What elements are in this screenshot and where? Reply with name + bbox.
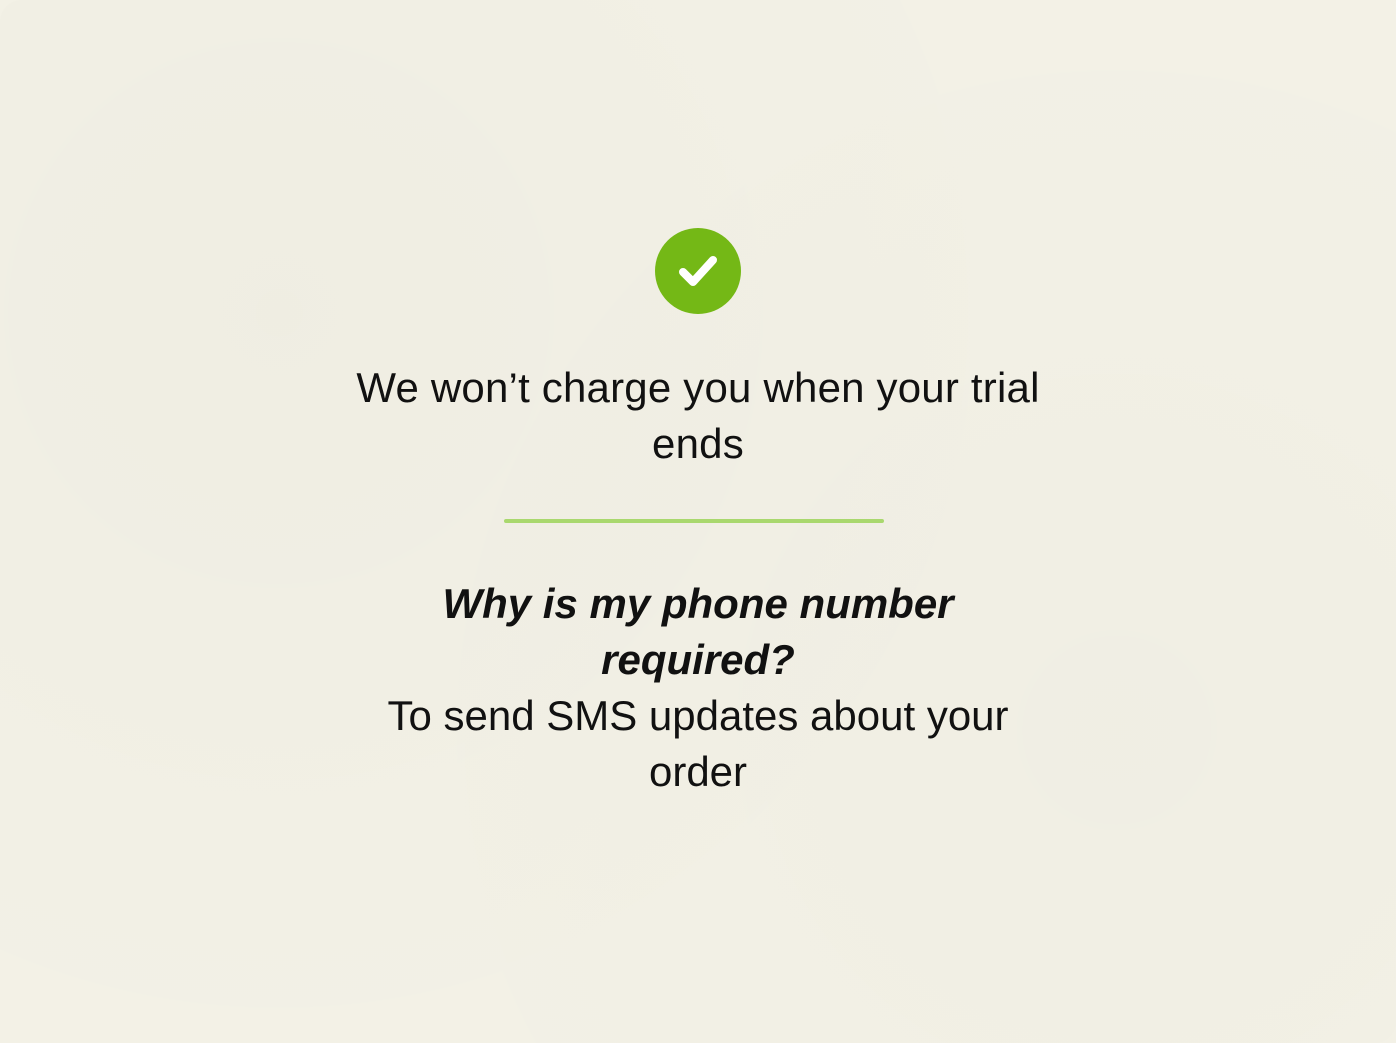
check-circle-icon xyxy=(655,228,741,314)
phone-number-faq: Why is my phone number required? To send… xyxy=(348,576,1048,800)
checkmark-icon xyxy=(679,256,717,286)
faq-answer: To send SMS updates about your order xyxy=(387,692,1009,795)
trial-charge-headline: We won’t charge you when your trial ends xyxy=(356,364,1040,467)
trial-info-panel: We won’t charge you when your trial ends… xyxy=(0,0,1396,1043)
faq-question: Why is my phone number required? xyxy=(442,580,954,683)
section-divider xyxy=(504,519,884,523)
